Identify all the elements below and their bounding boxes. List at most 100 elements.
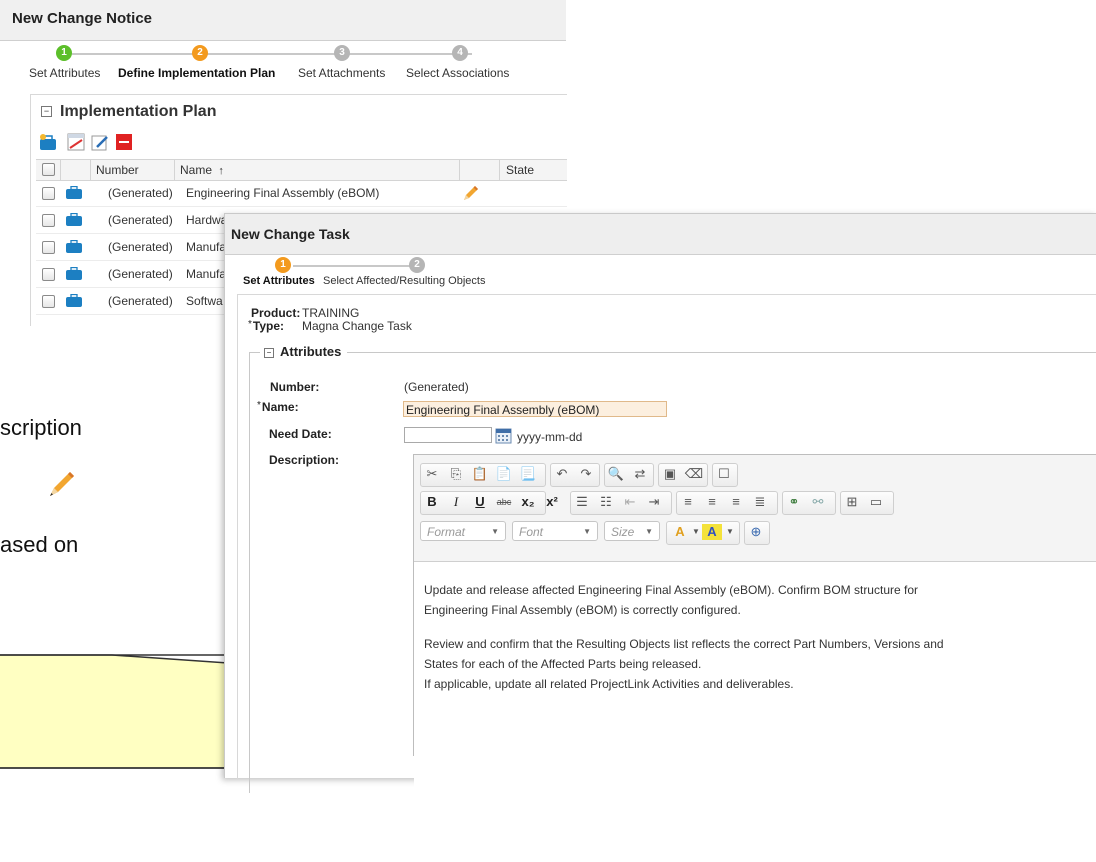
bullet-list-icon[interactable]: ☷ (596, 492, 616, 512)
row-number: (Generated) (108, 294, 173, 308)
background-color-dropdown-icon[interactable]: ▼ (720, 522, 740, 542)
row-checkbox[interactable] (42, 295, 55, 308)
italic-icon[interactable]: I (446, 492, 466, 512)
row-name[interactable]: Hardwa (186, 213, 227, 227)
outdent-icon[interactable]: ⇤ (620, 492, 640, 512)
task-step-select-affected-resulting[interactable]: Select Affected/Resulting Objects (323, 275, 485, 287)
font-dropdown[interactable]: Font ▼ (512, 521, 598, 541)
pencil-icon (50, 472, 74, 496)
column-name[interactable]: Name ↑ (180, 160, 224, 180)
remove-icon[interactable] (115, 133, 133, 151)
step-set-attributes[interactable]: Set Attributes (29, 66, 100, 80)
align-justify-icon[interactable]: ≣ (750, 492, 770, 512)
find-icon[interactable]: 🔍 (606, 464, 626, 484)
edit-pencil-icon[interactable] (462, 184, 480, 202)
table-icon[interactable]: ⊞ (842, 492, 862, 512)
change-task-icon (66, 213, 82, 226)
step-set-attachments[interactable]: Set Attachments (298, 66, 385, 80)
align-left-icon[interactable]: ≡ (678, 492, 698, 512)
implementation-plan-header[interactable]: − Implementation Plan (41, 103, 216, 121)
size-dropdown[interactable]: Size ▼ (604, 521, 660, 541)
step-4-indicator[interactable]: 4 (452, 45, 468, 61)
description-line: Engineering Final Assembly (eBOM) is cor… (424, 603, 741, 617)
select-all-icon[interactable]: ▣ (660, 464, 680, 484)
row-name[interactable]: Manufa (186, 240, 226, 254)
paste-text-icon[interactable]: 📄 (494, 464, 514, 484)
bold-icon[interactable]: B (422, 492, 442, 512)
type-label: *Type: (248, 319, 285, 333)
background-color-icon[interactable]: A (702, 524, 722, 540)
task-wizard-steps: 1 2 Set Attributes Select Affected/Resul… (225, 256, 1096, 290)
row-checkbox[interactable] (42, 187, 55, 200)
edit-task-icon[interactable] (91, 133, 109, 151)
background-text-based-on: ased on (0, 532, 79, 557)
row-name[interactable]: Engineering Final Assembly (eBOM) (186, 186, 379, 200)
indent-icon[interactable]: ⇥ (644, 492, 664, 512)
name-field[interactable]: Engineering Final Assembly (eBOM) (403, 401, 667, 417)
change-task-icon (66, 240, 82, 253)
step-3-indicator[interactable]: 3 (334, 45, 350, 61)
cut-icon[interactable]: ✂ (422, 464, 442, 484)
paste-word-icon[interactable]: 📃 (518, 464, 538, 484)
superscript-icon[interactable]: x² (542, 492, 562, 512)
task-step-1-indicator[interactable]: 1 (275, 257, 291, 273)
unlink-icon[interactable]: ⚯ (808, 492, 828, 512)
description-editor: ✂ ⎘ 📋 📄 📃 ↶ ↷ 🔍 ⇄ ▣ ⌫ ☐ B I U abc x₂ x² (413, 454, 1096, 862)
description-label: Description: (269, 453, 340, 467)
eraser-icon[interactable]: ⌫ (684, 464, 704, 484)
collapse-icon[interactable]: − (41, 106, 52, 117)
new-task-icon[interactable] (39, 133, 57, 151)
background-text-description: scription (0, 415, 82, 440)
collapse-icon[interactable]: − (264, 348, 274, 358)
step-2-indicator[interactable]: 2 (192, 45, 208, 61)
notice-title: New Change Notice (12, 10, 153, 27)
row-name[interactable]: Manufa (186, 267, 226, 281)
undo-icon[interactable]: ↶ (552, 464, 572, 484)
product-label: Product: (251, 306, 301, 320)
notice-title-bar: New Change Notice (0, 0, 566, 41)
strikethrough-icon[interactable]: abc (494, 492, 514, 512)
task-title-bar: New Change Task (225, 214, 1096, 255)
type-value: Magna Change Task (302, 319, 412, 333)
row-number: (Generated) (108, 240, 173, 254)
blank-page-icon[interactable]: ☐ (714, 464, 734, 484)
change-task-icon (66, 294, 82, 307)
implementation-plan-title: Implementation Plan (60, 103, 217, 120)
horizontal-line-icon[interactable]: ▭ (866, 492, 886, 512)
row-checkbox[interactable] (42, 214, 55, 227)
step-select-associations[interactable]: Select Associations (406, 66, 509, 80)
format-dropdown[interactable]: Format ▼ (420, 521, 506, 541)
link-icon[interactable]: ⚭ (784, 492, 804, 512)
align-right-icon[interactable]: ≡ (726, 492, 746, 512)
row-checkbox[interactable] (42, 268, 55, 281)
number-value: (Generated) (404, 380, 469, 394)
change-task-icon (66, 267, 82, 280)
editor-content-area[interactable]: Update and release affected Engineering … (414, 561, 1096, 862)
paste-icon[interactable]: 📋 (470, 464, 490, 484)
select-all-checkbox[interactable] (42, 163, 55, 176)
step-1-indicator[interactable]: 1 (56, 45, 72, 61)
column-number[interactable]: Number (96, 160, 139, 180)
calendar-icon[interactable] (495, 427, 512, 444)
maximize-icon[interactable]: ⊕ (746, 522, 766, 542)
edit-table-icon[interactable] (67, 133, 85, 151)
step-define-implementation-plan[interactable]: Define Implementation Plan (118, 66, 275, 80)
task-step-set-attributes[interactable]: Set Attributes (243, 275, 315, 287)
subscript-icon[interactable]: x₂ (518, 492, 538, 512)
redo-icon[interactable]: ↷ (576, 464, 596, 484)
numbered-list-icon[interactable]: ☰ (572, 492, 592, 512)
copy-icon[interactable]: ⎘ (446, 464, 466, 484)
underline-icon[interactable]: U (470, 492, 490, 512)
table-row[interactable]: (Generated) Engineering Final Assembly (… (36, 180, 567, 207)
date-format-hint: yyyy-mm-dd (517, 430, 583, 444)
attributes-legend[interactable]: − Attributes (260, 344, 348, 359)
align-center-icon[interactable]: ≡ (702, 492, 722, 512)
number-label: Number: (270, 380, 320, 394)
column-state[interactable]: State (506, 160, 534, 180)
row-name[interactable]: Softwa (186, 294, 223, 308)
product-value: TRAINING (302, 306, 360, 320)
row-checkbox[interactable] (42, 241, 55, 254)
need-date-field[interactable] (404, 427, 492, 443)
replace-icon[interactable]: ⇄ (630, 464, 650, 484)
task-step-2-indicator[interactable]: 2 (409, 257, 425, 273)
